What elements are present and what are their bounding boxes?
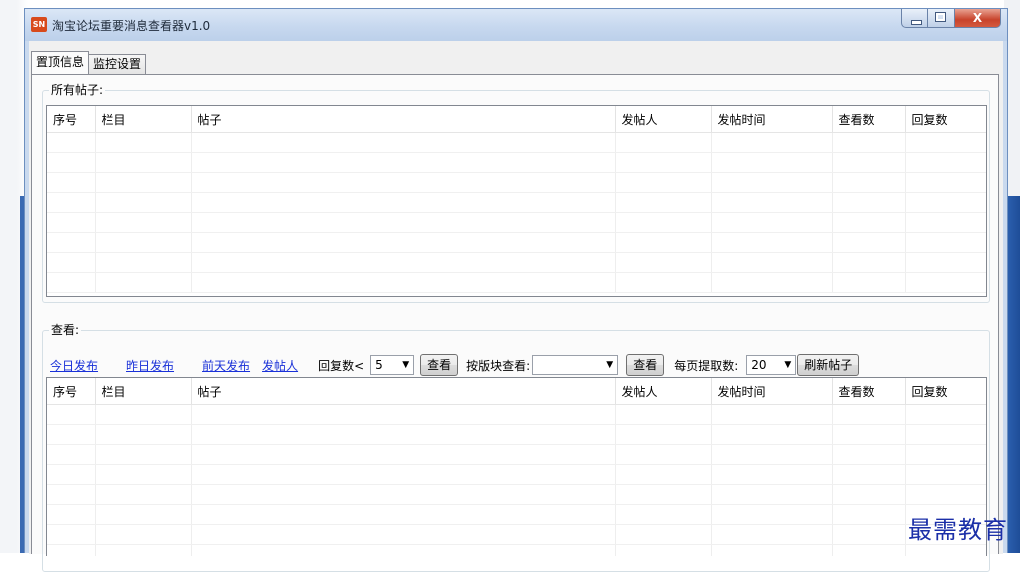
poster-link[interactable]: 发帖人: [262, 357, 298, 374]
view-toolbar: 今日发布 昨日发布 前天发布 发帖人 回复数< 5 ▼ 查看 按版块查看: ▼ …: [50, 353, 860, 377]
column-header-section[interactable]: 栏目: [95, 378, 192, 405]
yesterday-posts-link[interactable]: 昨日发布: [126, 357, 174, 374]
table-row: [47, 172, 986, 193]
view-results-header-row: 序号 栏目 帖子 发帖人 发帖时间 查看数 回复数: [47, 378, 986, 405]
column-header-post-time[interactable]: 发帖时间: [711, 378, 833, 405]
per-page-select[interactable]: 20 ▼: [746, 355, 797, 375]
title-bar[interactable]: SN 淘宝论坛重要消息查看器v1.0 X: [25, 9, 1007, 41]
column-header-replies[interactable]: 回复数: [905, 106, 986, 133]
by-section-label: 按版块查看:: [466, 358, 531, 373]
window-client-area: 置顶信息 监控设置 所有帖子: 序号 栏目 帖子 发帖人 发帖时间 查看数 回复…: [29, 41, 1003, 572]
reply-count-label: 回复数<: [318, 358, 365, 373]
column-header-index[interactable]: 序号: [47, 106, 96, 133]
all-posts-table[interactable]: 序号 栏目 帖子 发帖人 发帖时间 查看数 回复数: [46, 105, 987, 297]
watermark-text: 最需教育: [908, 516, 1008, 544]
per-page-value: 20: [751, 358, 767, 372]
reply-count-select[interactable]: 5 ▼: [370, 355, 415, 375]
table-row: [47, 504, 986, 525]
table-row: [47, 272, 986, 293]
tab-panel-pinned-info: 所有帖子: 序号 栏目 帖子 发帖人 发帖时间 查看数 回复数 查看: 今日发布…: [31, 74, 999, 572]
today-posts-link[interactable]: 今日发布: [50, 357, 98, 374]
section-select[interactable]: ▼: [532, 355, 619, 375]
table-row: [47, 424, 986, 445]
all-posts-group-label: 所有帖子:: [49, 83, 106, 97]
table-row: [47, 212, 986, 233]
close-icon: X: [972, 11, 983, 25]
column-header-post-time[interactable]: 发帖时间: [711, 106, 833, 133]
column-header-poster[interactable]: 发帖人: [615, 106, 712, 133]
column-header-views[interactable]: 查看数: [832, 378, 906, 405]
view-button[interactable]: 查看: [420, 354, 459, 376]
column-header-index[interactable]: 序号: [47, 378, 96, 405]
column-header-section[interactable]: 栏目: [95, 106, 192, 133]
column-header-post[interactable]: 帖子: [191, 378, 616, 405]
app-window: SN 淘宝论坛重要消息查看器v1.0 X 置顶信息 监控设置 所有帖子: 序号 …: [24, 8, 1008, 572]
tab-monitor-settings[interactable]: 监控设置: [88, 54, 147, 74]
all-posts-header-row: 序号 栏目 帖子 发帖人 发帖时间 查看数 回复数: [47, 106, 986, 133]
window-title: 淘宝论坛重要消息查看器v1.0: [52, 19, 211, 33]
view-by-section-button[interactable]: 查看: [626, 354, 665, 376]
dropdown-arrow-icon: ▼: [784, 360, 792, 370]
table-row: [47, 192, 986, 213]
column-header-poster[interactable]: 发帖人: [615, 378, 712, 405]
maximize-icon: [935, 12, 946, 22]
tab-pinned-info[interactable]: 置顶信息: [31, 51, 90, 74]
table-row: [47, 152, 986, 173]
window-controls: X: [901, 9, 1001, 29]
table-row: [47, 524, 986, 545]
table-row: [47, 132, 986, 153]
table-row: [47, 252, 986, 273]
reply-count-value: 5: [375, 358, 383, 372]
app-icon-label: SN: [32, 20, 46, 29]
tab-strip: 置顶信息 监控设置: [31, 51, 147, 74]
table-row: [47, 484, 986, 505]
per-page-label: 每页提取数:: [674, 358, 739, 373]
maximize-button[interactable]: [928, 9, 955, 28]
column-header-replies[interactable]: 回复数: [905, 378, 986, 405]
app-icon[interactable]: SN: [31, 17, 47, 32]
day-before-posts-link[interactable]: 前天发布: [202, 357, 250, 374]
view-group-label: 查看:: [49, 323, 82, 337]
view-results-table[interactable]: 序号 栏目 帖子 发帖人 发帖时间 查看数 回复数: [46, 377, 987, 556]
table-row: [47, 444, 986, 465]
table-row: [47, 544, 986, 556]
refresh-posts-button[interactable]: 刷新帖子: [797, 354, 860, 376]
column-header-views[interactable]: 查看数: [832, 106, 906, 133]
table-row: [47, 464, 986, 485]
minimize-icon: [911, 20, 922, 25]
dropdown-arrow-icon: ▼: [606, 360, 614, 370]
table-row: [47, 404, 986, 425]
minimize-button[interactable]: [901, 9, 928, 28]
close-button[interactable]: X: [955, 9, 1001, 28]
dropdown-arrow-icon: ▼: [402, 360, 410, 370]
column-header-post[interactable]: 帖子: [191, 106, 616, 133]
table-row: [47, 232, 986, 253]
